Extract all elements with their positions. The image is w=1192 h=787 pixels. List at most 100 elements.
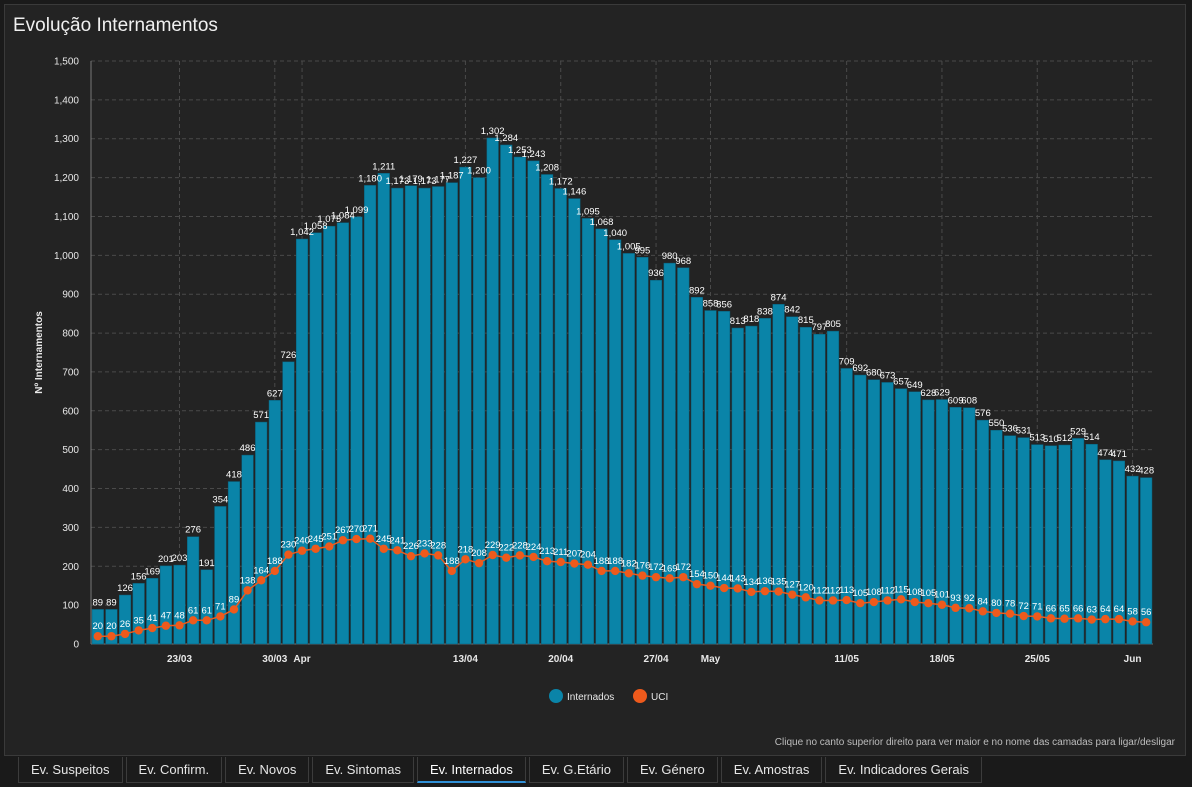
uci-point [148,623,157,633]
uci-point [393,546,402,555]
uci-value-label: 26 [120,619,131,630]
bar-internados [513,156,526,645]
bar-internados [718,311,731,645]
uci-point [869,597,879,607]
y-tick-label: 1,100 [54,212,79,223]
uci-value-label: 47 [161,611,172,622]
bar-value-label: 627 [267,388,283,399]
bar-internados [636,257,649,645]
bar-value-label: 428 [1138,466,1154,477]
tab-ev-suspeitos[interactable]: Ev. Suspeitos [18,757,123,783]
uci-point [433,551,443,560]
uci-point [529,552,538,562]
uci-point [488,550,497,560]
y-tick-label: 0 [73,640,79,651]
legend-marker [633,689,647,703]
uci-point [747,587,756,597]
uci-point [1128,617,1137,626]
uci-value-label: 188 [267,556,283,567]
y-tick-label: 100 [62,601,79,612]
bar-internados [472,177,486,645]
tab-ev-amostras[interactable]: Ev. Amostras [720,757,823,783]
bar-internados [241,454,254,645]
tab-ev-g-nero[interactable]: Ev. Género [627,757,718,783]
bar-value-label: 1,040 [603,228,627,239]
uci-point [570,559,579,568]
legend-label: Internados [567,692,614,703]
bar-internados [146,578,159,645]
uci-point [311,544,320,553]
bar-internados [350,216,363,645]
bar-value-label: 838 [757,306,773,317]
uci-point [297,546,307,555]
uci-point [1005,609,1015,618]
x-tick-label: Jun [1124,654,1142,665]
bar-value-label: 1,284 [494,133,518,144]
bar-internados [159,565,172,645]
bar-internados [500,144,513,645]
tab-ev-sintomas[interactable]: Ev. Sintomas [312,757,414,783]
uci-point [801,593,811,602]
uci-point [733,584,742,593]
bar-internados [404,185,418,645]
uci-point [651,572,661,582]
bar-internados [568,198,581,645]
uci-point [951,603,960,613]
tab-ev-novos[interactable]: Ev. Novos [225,757,310,783]
uci-value-label: 228 [430,540,446,551]
bar-value-label: 805 [825,319,841,330]
bar-value-label: 1,208 [535,162,559,173]
uci-point [719,583,729,593]
y-tick-label: 1,000 [54,251,79,262]
uci-point [93,632,103,641]
x-tick-label: 25/05 [1025,654,1050,665]
uci-value-label: 61 [201,605,212,616]
tab-ev-indicadores-gerais[interactable]: Ev. Indicadores Gerais [825,757,982,783]
tab-ev-internados[interactable]: Ev. Internados [417,757,526,783]
uci-point [175,621,184,630]
bar-value-label: 354 [212,494,228,505]
uci-point [828,596,838,605]
uci-point [665,574,674,583]
bar-internados [295,238,309,645]
bar-internados [432,186,445,645]
x-tick-label: 23/03 [167,654,192,665]
uci-value-label: 66 [1073,603,1084,614]
uci-point [338,536,348,545]
bar-value-label: 1,187 [440,171,464,182]
uci-point [1073,614,1083,623]
uci-point [787,590,797,599]
tab-ev-g-et-rio[interactable]: Ev. G.Etário [528,757,624,783]
uci-point [992,608,1001,618]
bar-internados [391,187,404,645]
bar-internados [336,222,349,645]
y-tick-label: 1,400 [54,95,79,106]
uci-point [365,534,375,543]
tab-bar: Ev. Suspeitos Ev. Confirm. Ev. Novos Ev. Si… [18,757,985,787]
y-tick-label: 900 [62,290,79,301]
uci-value-label: 35 [133,615,144,626]
uci-line [97,537,1147,637]
uci-point [474,558,484,568]
bar-value-label: 471 [1111,449,1127,460]
bar-internados [690,297,703,645]
y-tick-label: 1,200 [54,173,79,184]
bar-internados [881,382,894,645]
uci-point [284,550,293,559]
uci-value-label: 93 [950,593,961,604]
x-tick-label: 11/05 [834,654,859,665]
bar-value-label: 191 [199,558,215,569]
bar-value-label: 1,095 [576,206,600,217]
bar-internados [527,160,540,645]
y-tick-label: 500 [62,445,79,456]
bar-value-label: 571 [253,410,269,421]
bar-value-label: 1,180 [358,173,382,184]
uci-point [243,586,252,595]
tab-ev-confirm[interactable]: Ev. Confirm. [125,757,223,783]
bar-internados [541,174,554,645]
uci-point [107,632,116,641]
uci-point [937,600,947,609]
uci-value-label: 58 [1127,606,1138,617]
bar-internados [622,253,635,645]
uci-point [1141,618,1151,627]
